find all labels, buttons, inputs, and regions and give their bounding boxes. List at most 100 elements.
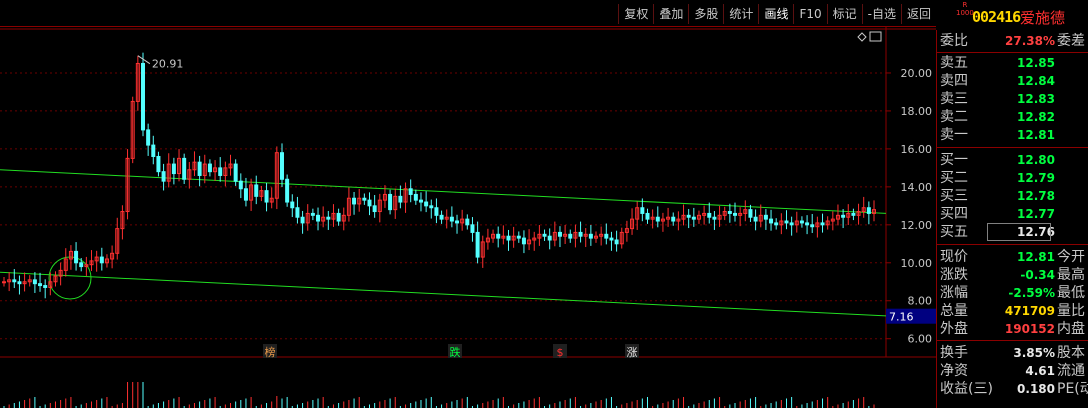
- candle-body: [161, 171, 166, 182]
- candle-body: [171, 163, 176, 175]
- multi-stock-button[interactable]: 多股: [688, 4, 723, 24]
- order-ratio-row-value: 27.38%: [1005, 34, 1055, 48]
- fin-row-extra: 流通: [1057, 363, 1085, 379]
- mark-button[interactable]: 标记: [826, 4, 862, 24]
- candle-body: [521, 237, 526, 245]
- candle-body: [254, 184, 259, 197]
- ask-row-label: 卖一: [940, 127, 968, 143]
- candle-body: [79, 262, 84, 268]
- candle-body: [799, 220, 804, 224]
- stat-row-value: 471709: [1004, 304, 1055, 318]
- candle-body: [763, 214, 768, 220]
- candle-body: [99, 256, 104, 264]
- candle-body: [547, 235, 552, 241]
- bid-row-label: 买四: [940, 206, 968, 222]
- candle-body: [712, 216, 717, 220]
- selected-bid-box[interactable]: [987, 223, 1051, 241]
- candle-body: [733, 212, 738, 216]
- statistics-button[interactable]: 统计: [723, 4, 758, 24]
- candle-body: [218, 167, 223, 176]
- bid-row: 买三 12.78: [937, 187, 1088, 205]
- y-tick-label: 10.00: [901, 257, 933, 270]
- stat-row-label: 涨幅: [940, 285, 968, 301]
- candle-body: [398, 195, 403, 203]
- candle-body: [516, 235, 521, 239]
- stock-name[interactable]: 爱施德: [1020, 7, 1065, 28]
- restore-rights-button[interactable]: 复权: [618, 4, 653, 24]
- candle-body: [336, 212, 341, 222]
- candle-body: [2, 281, 6, 284]
- candle-body: [671, 216, 676, 222]
- candle-body: [568, 233, 573, 239]
- stat-row: 外盘 190152 内盘: [937, 320, 1088, 338]
- stats-fin-separator: [937, 340, 1088, 341]
- candle-body: [32, 279, 37, 285]
- stock-header: R 1000 002416 爱施德: [938, 0, 1088, 31]
- candle-body: [408, 188, 413, 195]
- event-marker-label: $: [557, 346, 564, 359]
- candle-body: [238, 180, 243, 190]
- candle-body: [609, 237, 614, 241]
- f10-button[interactable]: F10: [793, 4, 826, 24]
- high-price-label: 20.91: [152, 58, 184, 71]
- candle-body: [413, 193, 418, 201]
- ask-row-label: 卖四: [940, 73, 968, 89]
- event-marker-label: 涨: [627, 346, 638, 359]
- candle-body: [151, 144, 156, 157]
- y-tick-label: 8.00: [908, 295, 933, 308]
- kline-chart-svg[interactable]: 20.00 18.00 16.00 14.00 12.00 10.00 8.00 6.00 榜…: [0, 27, 936, 408]
- bid-row-label: 买二: [940, 170, 968, 186]
- fin-row-extra: PE(动): [1057, 381, 1088, 397]
- candle-body: [805, 222, 810, 226]
- candle-body: [279, 152, 284, 180]
- stat-row-label: 涨跌: [940, 267, 968, 283]
- fin-row-extra: 股本: [1057, 345, 1085, 361]
- candle-body: [691, 216, 696, 220]
- stat-row-label: 外盘: [940, 321, 968, 337]
- bid-row-value: 12.80: [1017, 153, 1055, 167]
- candle-body: [686, 214, 691, 218]
- chart-window-icon[interactable]: [869, 31, 882, 42]
- ratio-separator: [937, 52, 1088, 53]
- back-button[interactable]: 返回: [900, 4, 936, 24]
- diamond-icon[interactable]: [857, 32, 867, 42]
- stat-row-value: 12.81: [1017, 250, 1055, 264]
- kline-chart[interactable]: 20.00 18.00 16.00 14.00 12.00 10.00 8.00 6.00 榜…: [0, 27, 936, 408]
- y-tick-label: 18.00: [901, 105, 933, 118]
- candle-body: [707, 212, 712, 218]
- candle-body: [316, 214, 321, 222]
- candle-body: [290, 201, 295, 209]
- ask-row: 卖一 12.81: [937, 126, 1088, 144]
- candle-body: [496, 233, 501, 239]
- candle-body: [146, 129, 151, 146]
- draw-line-button[interactable]: 画线: [758, 4, 793, 24]
- candle-body: [604, 233, 609, 239]
- candle-body: [418, 199, 423, 203]
- fin-row-label: 换手: [940, 345, 968, 361]
- ask-row-label: 卖二: [940, 109, 968, 125]
- candle-body: [38, 283, 43, 287]
- y-tick-label: 16.00: [901, 143, 933, 156]
- bid-row: 买四 12.77: [937, 205, 1088, 223]
- overlay-button[interactable]: 叠加: [653, 4, 688, 24]
- candle-body: [243, 188, 248, 201]
- candle-body: [727, 211, 732, 214]
- ask-row-label: 卖五: [940, 55, 968, 71]
- ask-row-value: 12.83: [1017, 92, 1055, 106]
- bid-row: 买二 12.79: [937, 169, 1088, 187]
- fin-row-label: 收益(三): [940, 381, 993, 397]
- order-ratio-row: 委比 27.38% 委差: [937, 32, 1088, 50]
- toolbar-buttons: 复权 叠加 多股 统计 画线 F10 标记 -自选 返回: [618, 4, 936, 24]
- ask-row-value: 12.85: [1017, 56, 1055, 70]
- candle-body: [310, 212, 315, 216]
- bid-row: 买五 12.76: [937, 223, 1088, 241]
- ask-row: 卖二 12.82: [937, 108, 1088, 126]
- remove-watchlist-button[interactable]: -自选: [861, 4, 901, 24]
- stat-row-label: 现价: [940, 249, 968, 265]
- stat-row-value: -2.59%: [1008, 286, 1055, 300]
- y-tick-label: 12.00: [901, 219, 933, 232]
- candle-body: [455, 220, 460, 224]
- candle-body: [769, 218, 774, 224]
- fin-row-value: 0.180: [1017, 382, 1055, 396]
- candle-body: [388, 193, 393, 211]
